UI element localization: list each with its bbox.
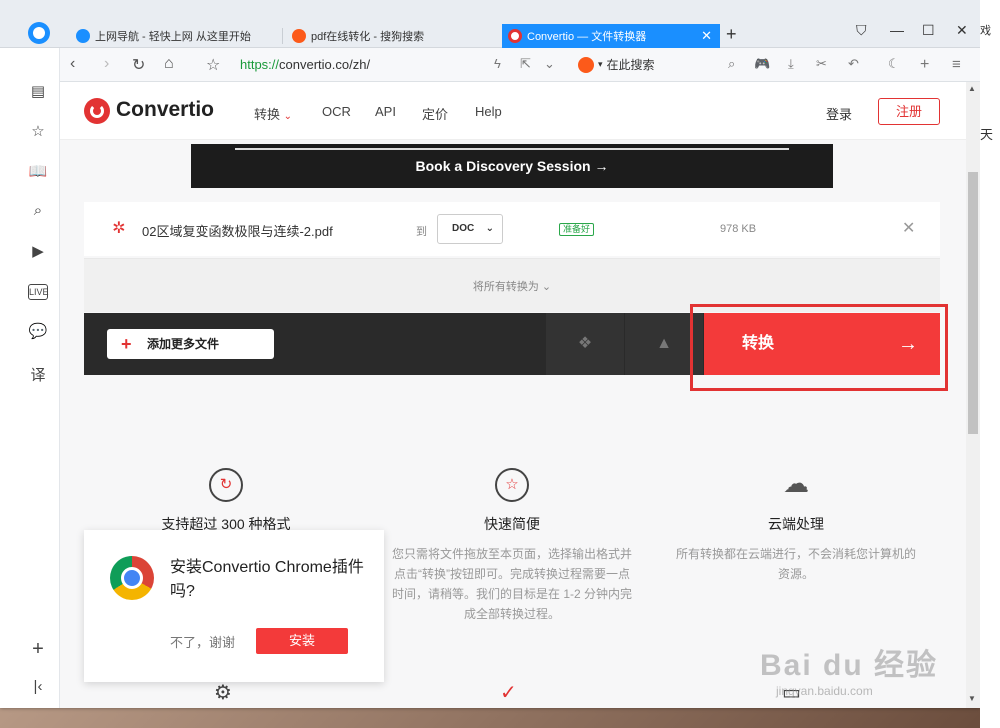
shirt-skin-icon[interactable]: ⛉ xyxy=(856,22,867,39)
add-more-files-button[interactable]: + 添加更多文件 xyxy=(107,329,274,359)
add-icon[interactable]: + xyxy=(28,638,48,661)
download-icon[interactable]: ⤓ xyxy=(788,56,794,72)
search-icon[interactable]: ⌕ xyxy=(28,202,48,219)
chevron-down-icon: ⌄ xyxy=(283,111,293,122)
shield-check-icon: ✓ xyxy=(500,682,517,704)
file-name: 02区域复变函数极限与连续-2.pdf xyxy=(142,224,333,239)
banner-divider xyxy=(235,148,789,150)
decline-button[interactable]: 不了，谢谢 xyxy=(170,632,235,651)
to-label: 到 xyxy=(416,226,427,238)
convert-all-dropdown[interactable]: 将所有转换为 ⌄ xyxy=(84,278,940,294)
dropdown-chevron-icon[interactable]: ⌄ xyxy=(544,56,555,72)
tab-navigation[interactable]: 上网导航 - 轻快上网 从这里开始 xyxy=(70,24,280,48)
brand-name[interactable]: Convertio xyxy=(116,98,214,122)
minimize-icon[interactable]: — xyxy=(890,22,904,38)
nav-pricing[interactable]: 定价 xyxy=(422,104,448,123)
home-icon[interactable]: ⌂ xyxy=(164,55,174,73)
popup-message: 安装Convertio Chrome插件吗? xyxy=(170,559,364,600)
install-button[interactable]: 安装 xyxy=(256,628,348,654)
browser-sidebar: ▤ ☆ 📖 ⌕ ▶ LIVE 💬 译 + |‹ xyxy=(0,48,60,708)
forward-icon[interactable]: › xyxy=(104,55,109,73)
register-button[interactable]: 注册 xyxy=(878,98,940,125)
close-tab-icon[interactable]: ✕ xyxy=(701,28,712,44)
maximize-icon[interactable]: ☐ xyxy=(922,22,935,39)
convertio-logo-icon[interactable] xyxy=(84,98,110,124)
scrollbar[interactable]: ▲ ▼ xyxy=(966,82,980,708)
book-icon[interactable]: 📖 xyxy=(28,162,48,180)
share-icon[interactable]: ⇱ xyxy=(520,56,531,72)
engine-dropdown-icon: ▾ xyxy=(598,59,603,69)
page-content: Convertio 转换 ⌄ OCR API 定价 Help 登录 注册 Boo… xyxy=(60,82,966,708)
dropbox-icon[interactable]: ❖ xyxy=(546,313,624,375)
reload-icon[interactable]: ↻ xyxy=(132,55,145,75)
back-icon[interactable]: ‹ xyxy=(70,55,75,73)
translate-icon[interactable]: 译 xyxy=(28,364,48,385)
feature-fast: ☆ 快速简便 您只需将文件拖放至本页面，选择输出格式并点击“转换”按钮即可。完成… xyxy=(392,468,632,624)
new-tab-icon[interactable]: + xyxy=(726,24,737,45)
background-text-mid: 天 xyxy=(980,127,994,142)
discovery-banner[interactable]: Book a Discovery Session → xyxy=(191,144,833,188)
refresh-cycle-icon: ↻ xyxy=(209,468,243,502)
reader-icon[interactable]: ▤ xyxy=(28,82,48,100)
sogou-search-icon xyxy=(578,56,594,73)
search-engine-box[interactable]: ▾ 在此搜索 xyxy=(578,56,655,73)
background-text-top: 戏 xyxy=(980,25,991,37)
login-link[interactable]: 登录 xyxy=(826,104,852,123)
plus-icon[interactable]: + xyxy=(920,56,929,74)
convertio-favicon-icon xyxy=(508,29,522,43)
file-size: 978 KB xyxy=(720,223,757,235)
baidu-watermark-url: jingyan.baidu.com xyxy=(776,684,873,698)
live-icon[interactable]: LIVE xyxy=(28,284,49,300)
status-badge: 准备好 xyxy=(559,223,595,236)
banner-text: Book a Discovery Session → xyxy=(415,158,609,174)
sogou-favicon-icon xyxy=(292,29,306,43)
tab-convertio[interactable]: Convertio — 文件转换器 ✕ xyxy=(502,24,720,48)
close-window-icon[interactable]: ✕ xyxy=(956,22,968,39)
browser-logo-icon[interactable] xyxy=(28,22,50,44)
scissors-icon[interactable]: ✂ xyxy=(816,56,827,72)
chevron-down-icon: ⌄ xyxy=(541,281,552,293)
collapse-sidebar-icon[interactable]: |‹ xyxy=(28,678,48,695)
menu-icon[interactable]: ≡ xyxy=(952,56,961,73)
game-icon[interactable]: 🎮 xyxy=(754,56,770,72)
browser-window: 上网导航 - 轻快上网 从这里开始 pdf在线转化 - 搜狗搜索 Convert… xyxy=(0,0,980,708)
chrome-logo-icon xyxy=(110,556,154,600)
pdf-file-icon: ✲ xyxy=(112,220,126,237)
baidu-watermark: Bai du 经验 xyxy=(760,649,939,682)
output-format-select[interactable]: DOC ⌄ xyxy=(437,214,503,244)
file-row: ✲ 02区域复变函数极限与连续-2.pdf 到 DOC ⌄ 准备好 978 KB… xyxy=(84,202,940,256)
remove-file-icon[interactable]: ✕ xyxy=(902,218,915,238)
highlight-annotation xyxy=(690,304,948,391)
favorites-star-icon[interactable]: ☆ xyxy=(28,122,48,140)
tab-separator xyxy=(282,28,283,44)
nav-help[interactable]: Help xyxy=(475,104,502,119)
scroll-up-icon[interactable]: ▲ xyxy=(968,84,976,93)
night-mode-icon[interactable]: ☾ xyxy=(888,56,900,72)
chrome-extension-popup: 安装Convertio Chrome插件吗? 不了，谢谢 安装 xyxy=(84,530,384,682)
undo-icon[interactable]: ↶ xyxy=(848,56,859,72)
chevron-down-icon: ⌄ xyxy=(485,223,494,234)
lightning-icon[interactable]: ϟ xyxy=(494,56,501,71)
ie-favicon-icon xyxy=(76,29,90,43)
settings-gear-icon: ⚙ xyxy=(214,682,232,704)
tab-bar: 上网导航 - 轻快上网 从这里开始 pdf在线转化 - 搜狗搜索 Convert… xyxy=(0,0,980,48)
url-field[interactable]: https://convertio.co/zh/ xyxy=(240,57,370,72)
site-header: Convertio 转换 ⌄ OCR API 定价 Help 登录 注册 xyxy=(60,82,966,140)
nav-convert[interactable]: 转换 ⌄ xyxy=(254,104,292,123)
bookmark-star-icon[interactable]: ☆ xyxy=(206,55,220,75)
cloud-upload-icon: ☁ xyxy=(783,468,809,498)
chat-bubble-icon[interactable]: 💬 xyxy=(28,322,48,340)
plus-icon: + xyxy=(121,334,132,354)
video-icon[interactable]: ▶ xyxy=(28,242,48,260)
address-bar: ‹ › ↻ ⌂ ☆ https://convertio.co/zh/ ϟ ⇱ ⌄… xyxy=(60,48,980,82)
background-window-strip xyxy=(980,0,1000,728)
feature-cloud: ☁ 云端处理 所有转换都在云端进行，不会消耗您计算机的资源。 xyxy=(676,468,917,581)
tab-sogou-search[interactable]: pdf在线转化 - 搜狗搜索 xyxy=(286,24,498,48)
magnifier-icon[interactable]: ⌕ xyxy=(728,56,735,72)
scroll-thumb[interactable] xyxy=(968,172,978,434)
scroll-down-icon[interactable]: ▼ xyxy=(968,694,976,703)
nav-api[interactable]: API xyxy=(375,104,396,119)
star-icon: ☆ xyxy=(495,468,529,502)
nav-ocr[interactable]: OCR xyxy=(322,104,351,119)
